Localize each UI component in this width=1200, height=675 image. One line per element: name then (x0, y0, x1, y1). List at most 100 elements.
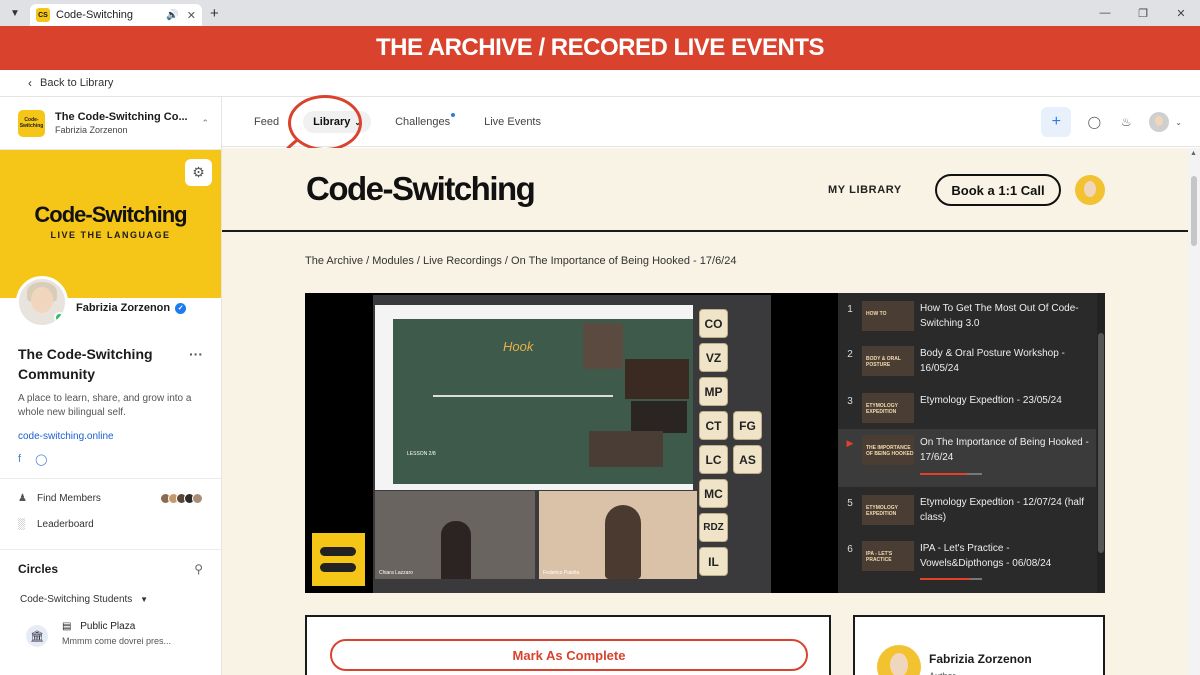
back-to-library-link[interactable]: ‹ Back to Library (0, 70, 1200, 97)
playlist-thumbnail: HOW TO (862, 301, 914, 331)
bell-icon[interactable]: ♨ (1117, 115, 1135, 129)
playlist-item[interactable]: 5 ETYMOLOGY EXPEDITION Etymology Expedti… (838, 495, 1096, 525)
slide-photo (589, 431, 663, 467)
bar-chart-icon: ░ (18, 518, 26, 530)
participant-chip: RDZ (699, 513, 728, 542)
close-window-icon[interactable]: ✕ (1162, 0, 1200, 26)
playlist-item-active[interactable]: ▶ THE IMPORTANCE OF BEING HOOKED On The … (838, 429, 1096, 487)
playlist-progress (920, 473, 982, 475)
playlist-title: Etymology Expedtion - 12/07/24 (half cla… (920, 497, 1084, 523)
circle-public-plaza[interactable]: 🏛 ▤ Public Plaza Mmmm come dovrei pres..… (0, 605, 221, 647)
playlist: 1 HOW TO How To Get The Most Out Of Code… (838, 293, 1105, 593)
playlist-title: Body & Oral Posture Workshop - 16/05/24 (920, 348, 1065, 374)
community-cover: Code-Switching LIVE THE LANGUAGE ⚙ (0, 150, 221, 298)
page-scrollbar[interactable]: ▲ (1188, 148, 1200, 675)
participant-video: Chiara Lazzaro (375, 491, 535, 579)
instagram-icon[interactable]: ◯ (35, 453, 47, 466)
participant-chip: MC (699, 479, 728, 508)
mark-complete-button[interactable]: Mark As Complete (330, 639, 808, 671)
tile-pill (320, 563, 356, 572)
main-content: Code-Switching MY LIBRARY Book a 1:1 Cal… (222, 148, 1188, 675)
tab-live-events[interactable]: Live Events (484, 116, 541, 128)
community-logo: Code-Switching (18, 109, 45, 137)
new-tab-button[interactable]: + (210, 5, 219, 22)
user-avatar[interactable] (1149, 112, 1170, 132)
thumbnail-caption: ETYMOLOGY EXPEDITION (866, 403, 898, 415)
minimize-icon[interactable]: — (1086, 0, 1124, 26)
my-library-link[interactable]: MY LIBRARY (828, 184, 902, 196)
chevron-down-icon[interactable]: ⌄ (1175, 118, 1182, 127)
playlist-progress (920, 578, 982, 580)
playlist-scrollbar[interactable] (1097, 293, 1105, 593)
scroll-up-icon[interactable]: ▲ (1190, 150, 1197, 157)
thumbnail-caption: THE IMPORTANCE OF BEING HOOKED (866, 445, 914, 457)
plaza-preview: Mmmm come dovrei pres... (62, 636, 172, 646)
participant-video: Federico Patella (539, 491, 697, 579)
facebook-icon[interactable]: f (18, 453, 21, 466)
person-icon: ♟ (18, 492, 27, 504)
profile-name[interactable]: Fabrizia Zorzenon ✓ (76, 302, 187, 314)
playlist-number: 1 (847, 304, 853, 315)
author-name[interactable]: Fabrizia Zorzenon (929, 652, 1032, 666)
scrollbar-thumb[interactable] (1098, 333, 1104, 553)
scrollbar-thumb[interactable] (1191, 176, 1197, 246)
chat-bubble-icon[interactable]: ◯ (1085, 115, 1103, 129)
playlist-thumbnail: IPA - LET'S PRACTICE (862, 541, 914, 571)
playlist-thumbnail: ETYMOLOGY EXPEDITION (862, 495, 914, 525)
site-logo[interactable]: Code-Switching (306, 170, 536, 208)
tab-challenges-label: Challenges (395, 115, 451, 128)
sidebar-item-label: Leaderboard (37, 518, 94, 530)
speaker-icon[interactable]: 🔊 (166, 10, 178, 21)
participant-figure (441, 521, 471, 579)
book-call-button[interactable]: Book a 1:1 Call (935, 174, 1061, 206)
social-links: f ◯ (18, 453, 203, 466)
slide-lesson: LESSON 2/8 (407, 451, 436, 457)
circle-group-toggle[interactable]: Code-Switching Students ▼ (0, 576, 221, 605)
video-frame[interactable]: Hook LESSON 2/8 Chiara Lazzaro Federico … (305, 293, 838, 593)
community-switcher[interactable]: Code-Switching The Code-Switching Co... … (0, 97, 221, 150)
avatar[interactable] (877, 645, 921, 675)
playlist-item[interactable]: 2 BODY & ORAL POSTURE Body & Oral Postur… (838, 346, 1096, 376)
top-nav: Feed Library ⌄ Challenges Live Events + ◯… (222, 97, 1200, 147)
online-indicator (54, 312, 65, 323)
sidebar-menu: ♟ Find Members ░ Leaderboard (0, 479, 221, 543)
timeline-line (433, 395, 613, 397)
search-icon[interactable]: ⚲ (194, 562, 203, 576)
chevron-left-icon: ‹ (28, 76, 32, 90)
community-title: The Code-Switching Community (18, 346, 153, 382)
circles-title: Circles (18, 562, 59, 576)
breadcrumb: The Archive / Modules / Live Recordings … (305, 255, 737, 267)
video-player: Hook LESSON 2/8 Chiara Lazzaro Federico … (305, 293, 1105, 593)
play-icon: ▶ (846, 438, 854, 448)
slide-photo (631, 401, 687, 433)
playlist-item[interactable]: 1 HOW TO How To Get The Most Out Of Code… (838, 301, 1096, 331)
member-avatar (192, 492, 203, 504)
author-card: Fabrizia Zorzenon Author (853, 615, 1105, 675)
community-link[interactable]: code-switching.online (18, 431, 203, 442)
title-banner: THE ARCHIVE / RECORED LIVE EVENTS (0, 26, 1200, 70)
community-owner: Fabrizia Zorzenon (55, 125, 128, 135)
avatar[interactable] (16, 276, 68, 328)
playlist-item[interactable]: 6 IPA - LET'S PRACTICE IPA - Let's Pract… (838, 541, 1096, 571)
participant-chip: IL (699, 547, 728, 576)
tab-challenges[interactable]: Challenges (395, 112, 456, 128)
verified-icon: ✓ (175, 302, 187, 314)
profile-name-text: Fabrizia Zorzenon (76, 302, 171, 314)
gear-icon[interactable]: ⚙ (185, 159, 212, 186)
more-options-icon[interactable]: ··· (189, 344, 203, 384)
avatar[interactable] (1075, 175, 1105, 205)
playlist-title: IPA - Let's Practice - Vowels&Dipthongs … (920, 543, 1052, 569)
playlist-item[interactable]: 3 ETYMOLOGY EXPEDITION Etymology Expedti… (838, 393, 1096, 423)
close-tab-icon[interactable]: ✕ (187, 9, 196, 22)
chevron-up-icon: ⌃ (201, 117, 209, 128)
author-role: Author (929, 671, 956, 675)
create-button[interactable]: + (1041, 107, 1072, 137)
browser-tab[interactable]: CS Code-Switching 🔊 ✕ (30, 4, 202, 26)
tab-feed[interactable]: Feed (254, 116, 279, 128)
sidebar-item-find-members[interactable]: ♟ Find Members (18, 485, 203, 511)
community-name: The Code-Switching Co... (55, 111, 188, 123)
restore-icon[interactable]: ❐ (1124, 0, 1162, 26)
circles-header: Circles ⚲ (0, 549, 221, 576)
sidebar-item-leaderboard[interactable]: ░ Leaderboard (18, 511, 203, 537)
tab-list-chevron-icon[interactable]: ▼ (4, 3, 26, 23)
